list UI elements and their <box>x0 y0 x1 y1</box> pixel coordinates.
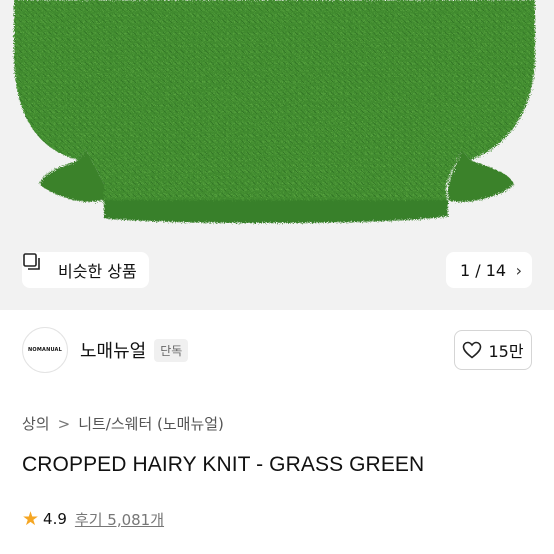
chevron-right-icon[interactable]: › <box>516 261 522 280</box>
brand-logo-text: NOMANUAL <box>27 347 63 353</box>
similar-products-icon <box>23 253 52 280</box>
like-button[interactable]: 15만 <box>454 330 532 370</box>
star-icon: ★ <box>22 508 40 530</box>
reviews-link[interactable]: 후기 5,081개 <box>75 509 164 530</box>
brand-name-link[interactable]: 노매뉴얼 <box>80 337 146 363</box>
breadcrumb: 상의 > 니트/스웨터 (노매뉴얼) <box>22 413 224 434</box>
image-pager[interactable]: 1 / 14 › <box>446 252 532 288</box>
rating-row: ★ 4.9 후기 5,081개 <box>22 508 164 530</box>
exclusive-badge: 단독 <box>154 338 189 362</box>
brand-row: NOMANUAL 노매뉴얼 단독 15만 <box>22 326 532 374</box>
breadcrumb-item-knit[interactable]: 니트/스웨터 (노매뉴얼) <box>78 413 224 434</box>
product-image-gallery[interactable]: 비슷한 상품 1 / 14 › <box>0 0 554 310</box>
rating-score: 4.9 <box>43 510 67 528</box>
breadcrumb-item-top[interactable]: 상의 <box>22 413 50 434</box>
similar-products-label: 비슷한 상품 <box>58 262 137 281</box>
product-title: CROPPED HAIRY KNIT - GRASS GREEN <box>22 453 425 476</box>
similar-products-button[interactable]: 비슷한 상품 <box>22 252 149 288</box>
pager-count: 1 / 14 <box>460 260 507 280</box>
heart-icon <box>463 341 482 359</box>
brand-logo[interactable]: NOMANUAL <box>22 327 68 373</box>
chevron-right-icon: > <box>57 414 71 433</box>
like-count: 15만 <box>488 342 524 361</box>
